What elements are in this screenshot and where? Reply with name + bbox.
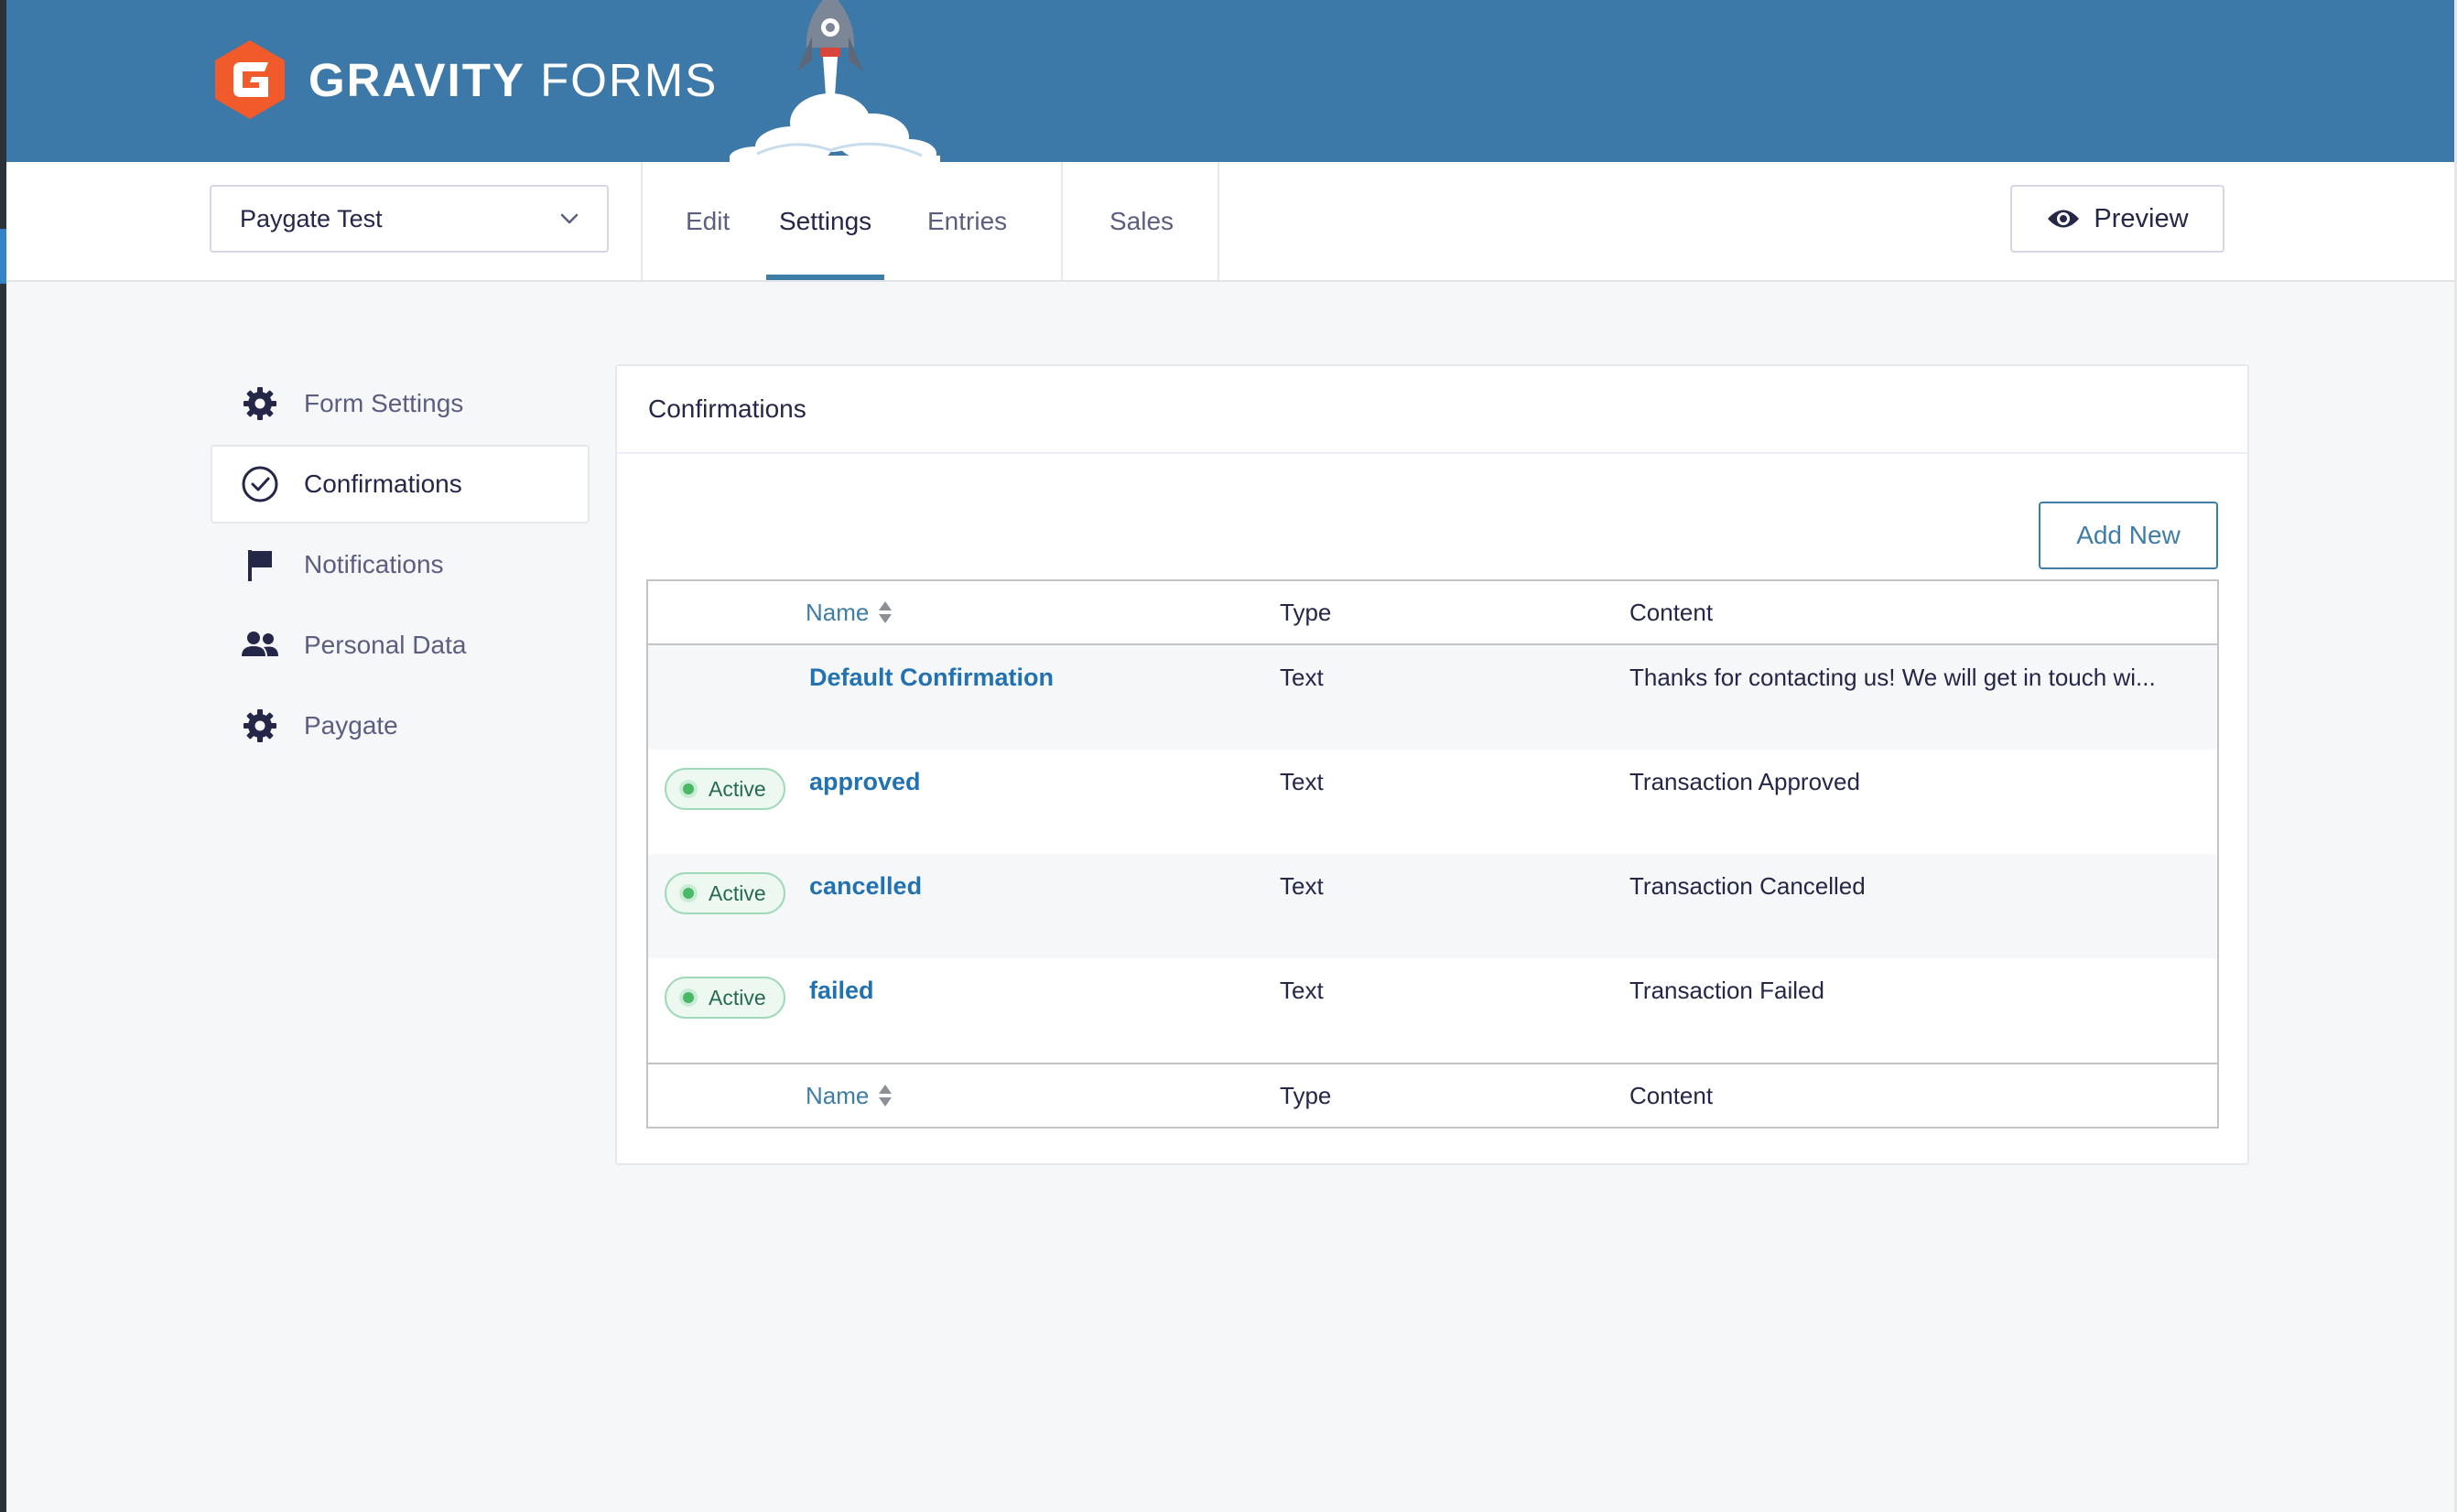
confirmation-content: Transaction Cancelled	[1629, 872, 1866, 900]
sort-icon	[879, 1085, 893, 1107]
status-label: Active	[709, 776, 766, 801]
gravity-forms-logo[interactable]: GRAVITY FORMS	[211, 38, 718, 121]
confirmation-name-link[interactable]: failed	[809, 977, 874, 1005]
column-footer-content: Content	[1629, 1081, 1714, 1109]
tab-sales[interactable]: Sales	[1109, 162, 1174, 280]
confirmation-type: Text	[1280, 872, 1324, 900]
gear-icon	[240, 706, 280, 746]
admin-sidebar-edge	[0, 0, 6, 1512]
table-row: Active cancelled Text Transaction Cancel…	[648, 854, 2217, 958]
sidebar-item-label: Paygate	[304, 711, 398, 740]
sort-icon	[879, 601, 893, 623]
confirmations-table: Name Type Content Default Confirmation T…	[646, 579, 2219, 1129]
panel-title: Confirmations	[617, 366, 2247, 454]
status-dot-icon	[683, 992, 694, 1003]
column-footer-name: Name	[806, 1081, 870, 1109]
table-row: Default Confirmation Text Thanks for con…	[648, 645, 2217, 750]
tab-edit[interactable]: Edit	[686, 162, 730, 280]
status-label: Active	[709, 880, 766, 905]
brand-name-bold: GRAVITY	[308, 53, 525, 106]
sort-by-name-header[interactable]: Name	[806, 599, 893, 627]
toolbar-divider	[641, 162, 643, 280]
table-row: Active approved Text Transaction Approve…	[648, 750, 2217, 854]
sidebar-item-label: Form Settings	[304, 389, 464, 417]
sidebar-item-personal-data[interactable]: Personal Data	[211, 606, 590, 685]
column-footer-type: Type	[1280, 1081, 1332, 1109]
status-label: Active	[709, 985, 766, 1010]
tab-settings[interactable]: Settings	[765, 162, 885, 280]
preview-label: Preview	[2094, 203, 2189, 233]
flag-icon	[240, 545, 280, 585]
confirmation-type: Text	[1280, 977, 1324, 1004]
toolbar-divider	[1218, 162, 1219, 280]
sidebar-item-confirmations[interactable]: Confirmations	[211, 445, 590, 524]
toolbar-divider	[1061, 162, 1063, 280]
confirmations-panel: Confirmations Add New Name Type Content …	[615, 364, 2249, 1165]
active-status-toggle[interactable]: Active	[665, 977, 785, 1019]
confirmation-content: Thanks for contacting us! We will get in…	[1629, 664, 2156, 691]
sidebar-item-form-settings[interactable]: Form Settings	[211, 364, 590, 443]
confirmation-content: Transaction Failed	[1629, 977, 1824, 1004]
confirmation-type: Text	[1280, 664, 1324, 691]
tab-entries[interactable]: Entries	[927, 162, 1007, 280]
column-header-name: Name	[806, 598, 870, 626]
form-switcher-select[interactable]: Paygate Test	[210, 185, 609, 253]
gravity-forms-logo-icon	[215, 40, 285, 119]
active-status-toggle[interactable]: Active	[665, 768, 785, 810]
settings-sidebar: Form Settings Confirmations Notification…	[211, 364, 590, 767]
confirmation-name-link[interactable]: approved	[809, 768, 921, 796]
table-row: Active failed Text Transaction Failed	[648, 958, 2217, 1063]
table-footer: Name Type Content	[648, 1063, 2217, 1127]
admin-sidebar-indicator	[0, 229, 6, 284]
column-header-type: Type	[1280, 598, 1332, 626]
confirmation-name-link[interactable]: cancelled	[809, 872, 922, 901]
sort-by-name-footer[interactable]: Name	[806, 1082, 893, 1110]
status-dot-icon	[683, 888, 694, 899]
column-header-content: Content	[1629, 598, 1714, 626]
sidebar-item-notifications[interactable]: Notifications	[211, 525, 590, 604]
preview-button[interactable]: Preview	[2010, 185, 2224, 253]
table-header: Name Type Content	[648, 581, 2217, 645]
confirmation-type: Text	[1280, 768, 1324, 795]
form-switcher-value: Paygate Test	[240, 204, 383, 232]
add-new-button[interactable]: Add New	[2039, 502, 2218, 569]
sidebar-item-label: Confirmations	[304, 470, 462, 498]
sidebar-item-label: Notifications	[304, 550, 444, 578]
confirmation-name-link[interactable]: Default Confirmation	[809, 664, 1054, 692]
eye-icon	[2048, 210, 2080, 228]
form-toolbar: Paygate Test Edit Settings Entries Sales…	[6, 162, 2454, 282]
sidebar-item-paygate[interactable]: Paygate	[211, 686, 590, 765]
brand-name-light: FORMS	[540, 53, 719, 106]
active-status-toggle[interactable]: Active	[665, 872, 785, 914]
app-header: GRAVITY FORMS	[6, 0, 2454, 162]
gear-icon	[240, 383, 280, 424]
confirmation-content: Transaction Approved	[1629, 768, 1860, 795]
sidebar-item-label: Personal Data	[304, 631, 467, 659]
check-circle-icon	[240, 464, 280, 504]
users-icon	[240, 625, 280, 665]
status-dot-icon	[683, 783, 694, 794]
chevron-down-icon	[560, 213, 579, 224]
rocket-illustration	[730, 0, 940, 162]
